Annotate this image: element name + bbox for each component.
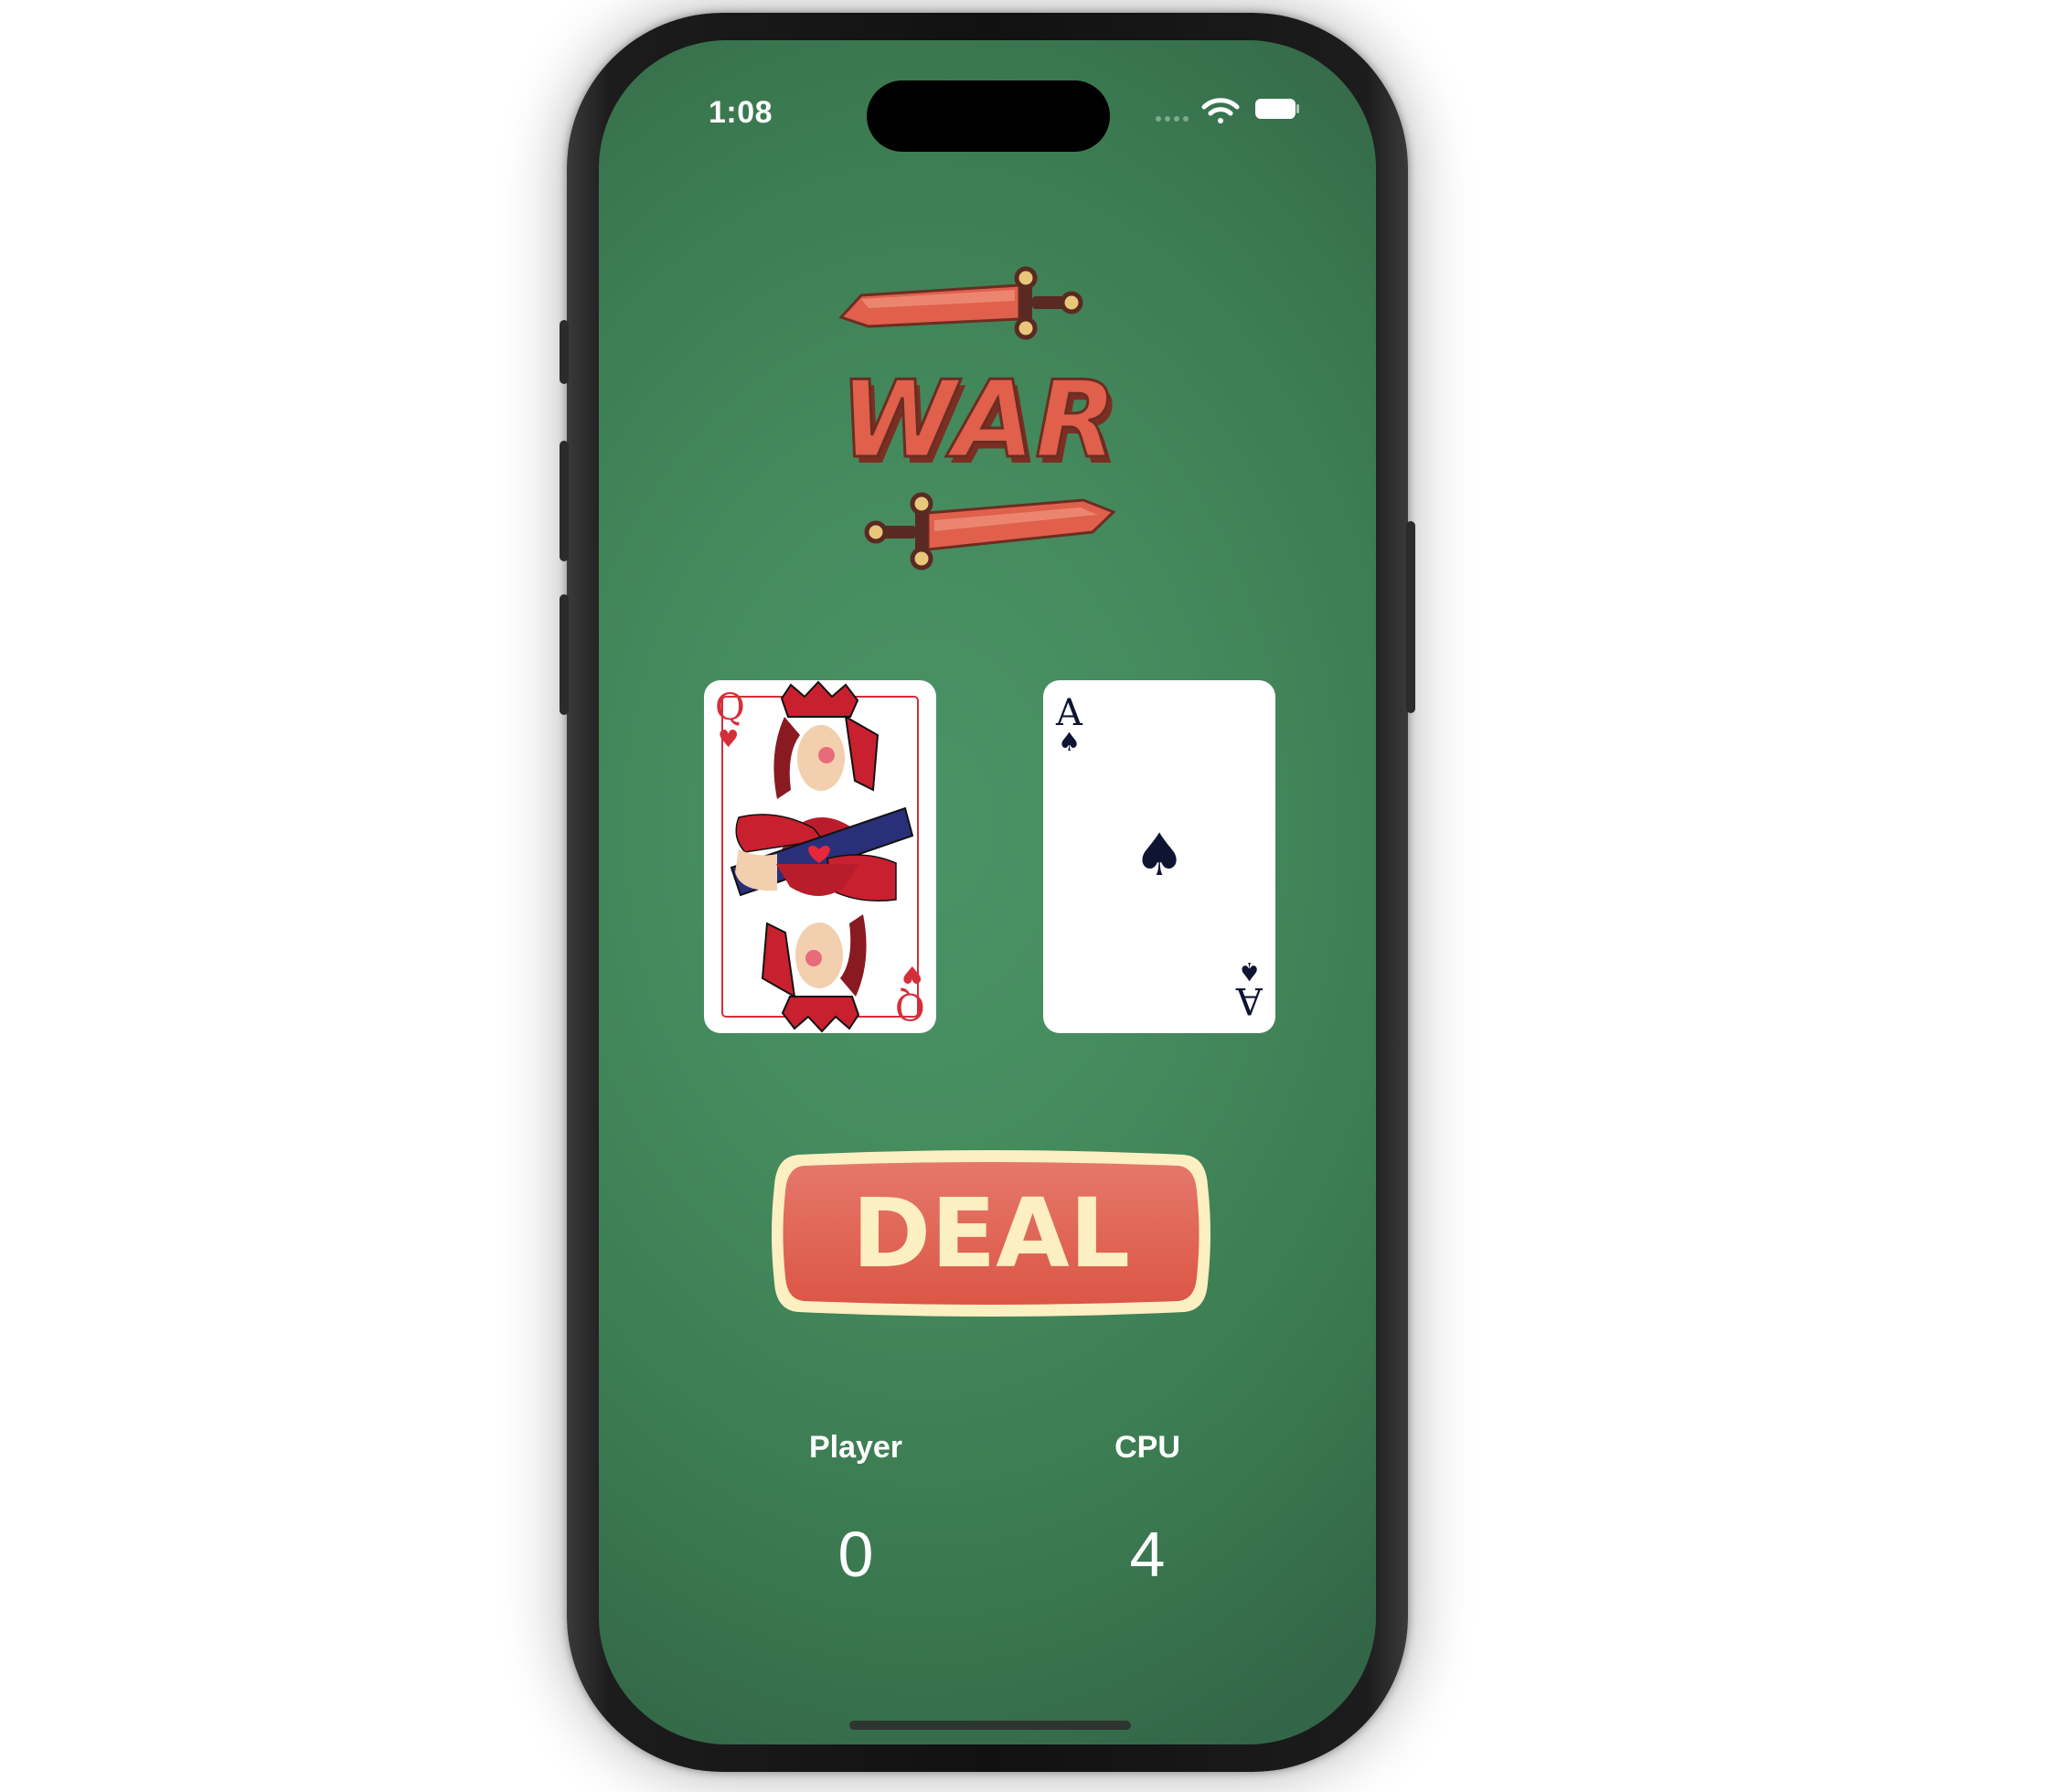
sword-icon <box>838 266 1083 340</box>
deal-button-shape: DEAL <box>772 1150 1210 1317</box>
action-button <box>560 320 569 384</box>
war-title-text: WAR <box>840 358 1117 482</box>
player-card-suit-top: ♥ <box>718 726 740 753</box>
volume-up-button <box>560 441 569 561</box>
cpu-card-rank-bottom: A <box>1236 979 1263 1021</box>
cpu-score-label: CPU <box>1114 1430 1180 1465</box>
player-score-value: 0 <box>837 1519 874 1590</box>
status-time: 1:08 <box>709 95 773 130</box>
dynamic-island <box>867 80 1110 152</box>
sword-icon <box>864 492 1116 571</box>
player-card-rank-bottom: Q <box>895 985 925 1027</box>
status-icons <box>1156 98 1299 123</box>
phone-frame: 1:08 WAR WAR Q ♥ Q ♥ A ♠ ♠ A ♠ DEAL Play… <box>560 13 1415 1772</box>
deal-button[interactable]: DEAL <box>771 1149 1211 1317</box>
wifi-icon <box>1201 98 1240 123</box>
cpu-card-suit-bottom: ♠ <box>1237 956 1261 987</box>
player-score-label: Player <box>808 1430 903 1465</box>
player-card-rank-top: Q <box>715 687 745 729</box>
cpu-card-center-suit: ♠ <box>1133 822 1186 890</box>
power-button <box>1406 521 1415 713</box>
war-title: WAR WAR <box>838 357 1121 489</box>
home-indicator[interactable] <box>849 1721 1131 1730</box>
player-card-suit-bottom: ♥ <box>901 960 922 987</box>
player-card: Q ♥ Q ♥ <box>704 680 936 1033</box>
volume-down-button <box>560 594 569 715</box>
war-logo: WAR WAR <box>838 266 1121 571</box>
cpu-card-rank-top: A <box>1056 692 1082 734</box>
deal-button-label: DEAL <box>852 1178 1130 1289</box>
game-screen: 1:08 WAR WAR Q ♥ Q ♥ A ♠ ♠ A ♠ DEAL Play… <box>599 40 1376 1744</box>
cpu-card: A ♠ ♠ A ♠ <box>1043 680 1275 1033</box>
cpu-card-suit-top: ♠ <box>1058 727 1082 757</box>
cpu-score-value: 4 <box>1129 1519 1166 1590</box>
battery-icon <box>1255 99 1299 119</box>
signal-icon <box>1156 116 1189 122</box>
